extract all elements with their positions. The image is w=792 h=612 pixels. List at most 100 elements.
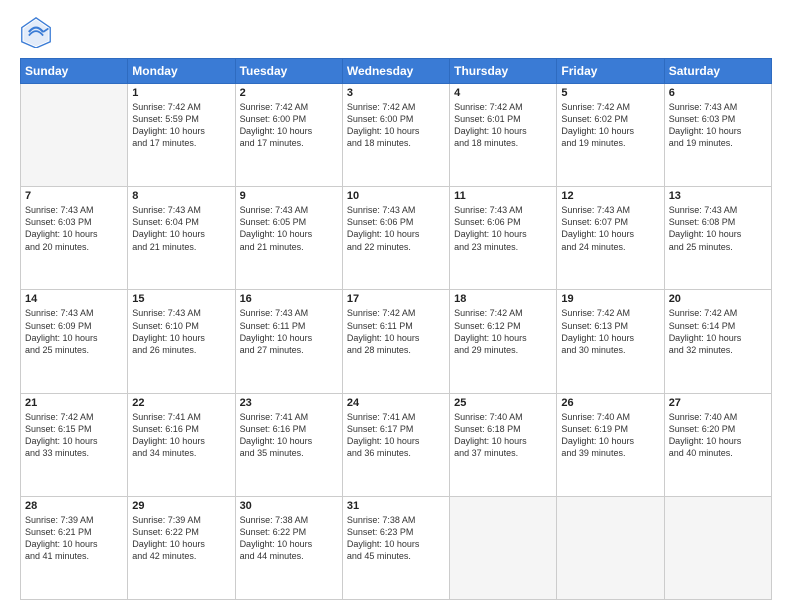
cell-content: Sunrise: 7:38 AM Sunset: 6:23 PM Dayligh… <box>347 514 445 563</box>
day-number: 5 <box>561 87 659 99</box>
day-number: 1 <box>132 87 230 99</box>
cell-content: Sunrise: 7:43 AM Sunset: 6:04 PM Dayligh… <box>132 204 230 253</box>
calendar-cell: 22 Sunrise: 7:41 AM Sunset: 6:16 PM Dayli… <box>128 393 235 496</box>
calendar-cell: 19Sunrise: 7:42 AM Sunset: 6:13 PM Dayli… <box>557 290 664 393</box>
calendar-cell: 15 Sunrise: 7:43 AM Sunset: 6:10 PM Dayli… <box>128 290 235 393</box>
cell-content: Sunrise: 7:42 AM Sunset: 6:11 PM Dayligh… <box>347 307 445 356</box>
week-row-5: 28 Sunrise: 7:39 AM Sunset: 6:21 PM Dayli… <box>21 496 772 599</box>
cell-content: Sunrise: 7:42 AM Sunset: 6:12 PM Dayligh… <box>454 307 552 356</box>
cell-content: Sunrise: 7:42 AM Sunset: 6:00 PM Dayligh… <box>347 101 445 150</box>
week-row-4: 21 Sunrise: 7:42 AM Sunset: 6:15 PM Dayli… <box>21 393 772 496</box>
calendar-cell: 24 Sunrise: 7:41 AM Sunset: 6:17 PM Dayli… <box>342 393 449 496</box>
day-number: 16 <box>240 293 338 305</box>
calendar-cell: 6 Sunrise: 7:43 AM Sunset: 6:03 PM Daylig… <box>664 84 771 187</box>
calendar-cell: 29 Sunrise: 7:39 AM Sunset: 6:22 PM Dayli… <box>128 496 235 599</box>
logo <box>20 16 56 48</box>
cell-content: Sunrise: 7:40 AM Sunset: 6:20 PM Dayligh… <box>669 411 767 460</box>
cell-content: Sunrise: 7:42 AM Sunset: 6:01 PM Dayligh… <box>454 101 552 150</box>
day-number: 22 <box>132 397 230 409</box>
weekday-header-wednesday: Wednesday <box>342 59 449 84</box>
day-number: 3 <box>347 87 445 99</box>
cell-content: Sunrise: 7:43 AM Sunset: 6:03 PM Dayligh… <box>669 101 767 150</box>
calendar-cell: 11 Sunrise: 7:43 AM Sunset: 6:06 PM Dayli… <box>450 187 557 290</box>
calendar-cell: 16Sunrise: 7:43 AM Sunset: 6:11 PM Dayli… <box>235 290 342 393</box>
weekday-header-saturday: Saturday <box>664 59 771 84</box>
cell-content: Sunrise: 7:43 AM Sunset: 6:08 PM Dayligh… <box>669 204 767 253</box>
calendar-cell <box>450 496 557 599</box>
day-number: 24 <box>347 397 445 409</box>
week-row-1: 1Sunrise: 7:42 AM Sunset: 5:59 PM Daylig… <box>21 84 772 187</box>
calendar-cell <box>21 84 128 187</box>
day-number: 29 <box>132 500 230 512</box>
day-number: 30 <box>240 500 338 512</box>
day-number: 31 <box>347 500 445 512</box>
calendar-page: SundayMondayTuesdayWednesdayThursdayFrid… <box>0 0 792 612</box>
calendar-cell: 30Sunrise: 7:38 AM Sunset: 6:22 PM Dayli… <box>235 496 342 599</box>
weekday-header-friday: Friday <box>557 59 664 84</box>
calendar-cell: 25 Sunrise: 7:40 AM Sunset: 6:18 PM Dayli… <box>450 393 557 496</box>
calendar-cell: 17 Sunrise: 7:42 AM Sunset: 6:11 PM Dayli… <box>342 290 449 393</box>
day-number: 8 <box>132 190 230 202</box>
calendar-cell: 1Sunrise: 7:42 AM Sunset: 5:59 PM Daylig… <box>128 84 235 187</box>
day-number: 4 <box>454 87 552 99</box>
weekday-header-monday: Monday <box>128 59 235 84</box>
calendar-cell: 12Sunrise: 7:43 AM Sunset: 6:07 PM Dayli… <box>557 187 664 290</box>
calendar-cell: 8 Sunrise: 7:43 AM Sunset: 6:04 PM Daylig… <box>128 187 235 290</box>
day-number: 28 <box>25 500 123 512</box>
day-number: 14 <box>25 293 123 305</box>
calendar-cell: 18 Sunrise: 7:42 AM Sunset: 6:12 PM Dayli… <box>450 290 557 393</box>
header <box>20 16 772 48</box>
weekday-header-thursday: Thursday <box>450 59 557 84</box>
calendar-cell: 28 Sunrise: 7:39 AM Sunset: 6:21 PM Dayli… <box>21 496 128 599</box>
cell-content: Sunrise: 7:43 AM Sunset: 6:10 PM Dayligh… <box>132 307 230 356</box>
calendar-cell: 7Sunrise: 7:43 AM Sunset: 6:03 PM Daylig… <box>21 187 128 290</box>
day-number: 9 <box>240 190 338 202</box>
calendar-cell <box>557 496 664 599</box>
weekday-header-sunday: Sunday <box>21 59 128 84</box>
calendar-cell: 9 Sunrise: 7:43 AM Sunset: 6:05 PM Daylig… <box>235 187 342 290</box>
cell-content: Sunrise: 7:43 AM Sunset: 6:09 PM Dayligh… <box>25 307 123 356</box>
cell-content: Sunrise: 7:39 AM Sunset: 6:22 PM Dayligh… <box>132 514 230 563</box>
day-number: 19 <box>561 293 659 305</box>
cell-content: Sunrise: 7:40 AM Sunset: 6:18 PM Dayligh… <box>454 411 552 460</box>
day-number: 6 <box>669 87 767 99</box>
calendar-cell: 3 Sunrise: 7:42 AM Sunset: 6:00 PM Daylig… <box>342 84 449 187</box>
day-number: 27 <box>669 397 767 409</box>
cell-content: Sunrise: 7:42 AM Sunset: 6:00 PM Dayligh… <box>240 101 338 150</box>
cell-content: Sunrise: 7:43 AM Sunset: 6:05 PM Dayligh… <box>240 204 338 253</box>
day-number: 12 <box>561 190 659 202</box>
calendar-cell: 26 Sunrise: 7:40 AM Sunset: 6:19 PM Dayli… <box>557 393 664 496</box>
day-number: 26 <box>561 397 659 409</box>
logo-icon <box>20 16 52 48</box>
day-number: 15 <box>132 293 230 305</box>
cell-content: Sunrise: 7:42 AM Sunset: 6:02 PM Dayligh… <box>561 101 659 150</box>
day-number: 21 <box>25 397 123 409</box>
weekday-header-tuesday: Tuesday <box>235 59 342 84</box>
day-number: 7 <box>25 190 123 202</box>
cell-content: Sunrise: 7:43 AM Sunset: 6:06 PM Dayligh… <box>454 204 552 253</box>
calendar-cell: 13 Sunrise: 7:43 AM Sunset: 6:08 PM Dayli… <box>664 187 771 290</box>
calendar-cell: 27 Sunrise: 7:40 AM Sunset: 6:20 PM Dayli… <box>664 393 771 496</box>
day-number: 13 <box>669 190 767 202</box>
calendar-cell: 2 Sunrise: 7:42 AM Sunset: 6:00 PM Daylig… <box>235 84 342 187</box>
day-number: 17 <box>347 293 445 305</box>
day-number: 2 <box>240 87 338 99</box>
cell-content: Sunrise: 7:40 AM Sunset: 6:19 PM Dayligh… <box>561 411 659 460</box>
day-number: 18 <box>454 293 552 305</box>
day-number: 10 <box>347 190 445 202</box>
calendar-cell: 31 Sunrise: 7:38 AM Sunset: 6:23 PM Dayli… <box>342 496 449 599</box>
cell-content: Sunrise: 7:42 AM Sunset: 6:15 PM Dayligh… <box>25 411 123 460</box>
cell-content: Sunrise: 7:41 AM Sunset: 6:17 PM Dayligh… <box>347 411 445 460</box>
cell-content: Sunrise: 7:39 AM Sunset: 6:21 PM Dayligh… <box>25 514 123 563</box>
day-number: 11 <box>454 190 552 202</box>
calendar-cell: 4 Sunrise: 7:42 AM Sunset: 6:01 PM Daylig… <box>450 84 557 187</box>
calendar-table: SundayMondayTuesdayWednesdayThursdayFrid… <box>20 58 772 600</box>
calendar-cell: 5 Sunrise: 7:42 AM Sunset: 6:02 PM Daylig… <box>557 84 664 187</box>
cell-content: Sunrise: 7:42 AM Sunset: 6:14 PM Dayligh… <box>669 307 767 356</box>
cell-content: Sunrise: 7:41 AM Sunset: 6:16 PM Dayligh… <box>132 411 230 460</box>
day-number: 25 <box>454 397 552 409</box>
cell-content: Sunrise: 7:41 AM Sunset: 6:16 PM Dayligh… <box>240 411 338 460</box>
week-row-2: 7Sunrise: 7:43 AM Sunset: 6:03 PM Daylig… <box>21 187 772 290</box>
week-row-3: 14 Sunrise: 7:43 AM Sunset: 6:09 PM Dayli… <box>21 290 772 393</box>
weekday-header-row: SundayMondayTuesdayWednesdayThursdayFrid… <box>21 59 772 84</box>
